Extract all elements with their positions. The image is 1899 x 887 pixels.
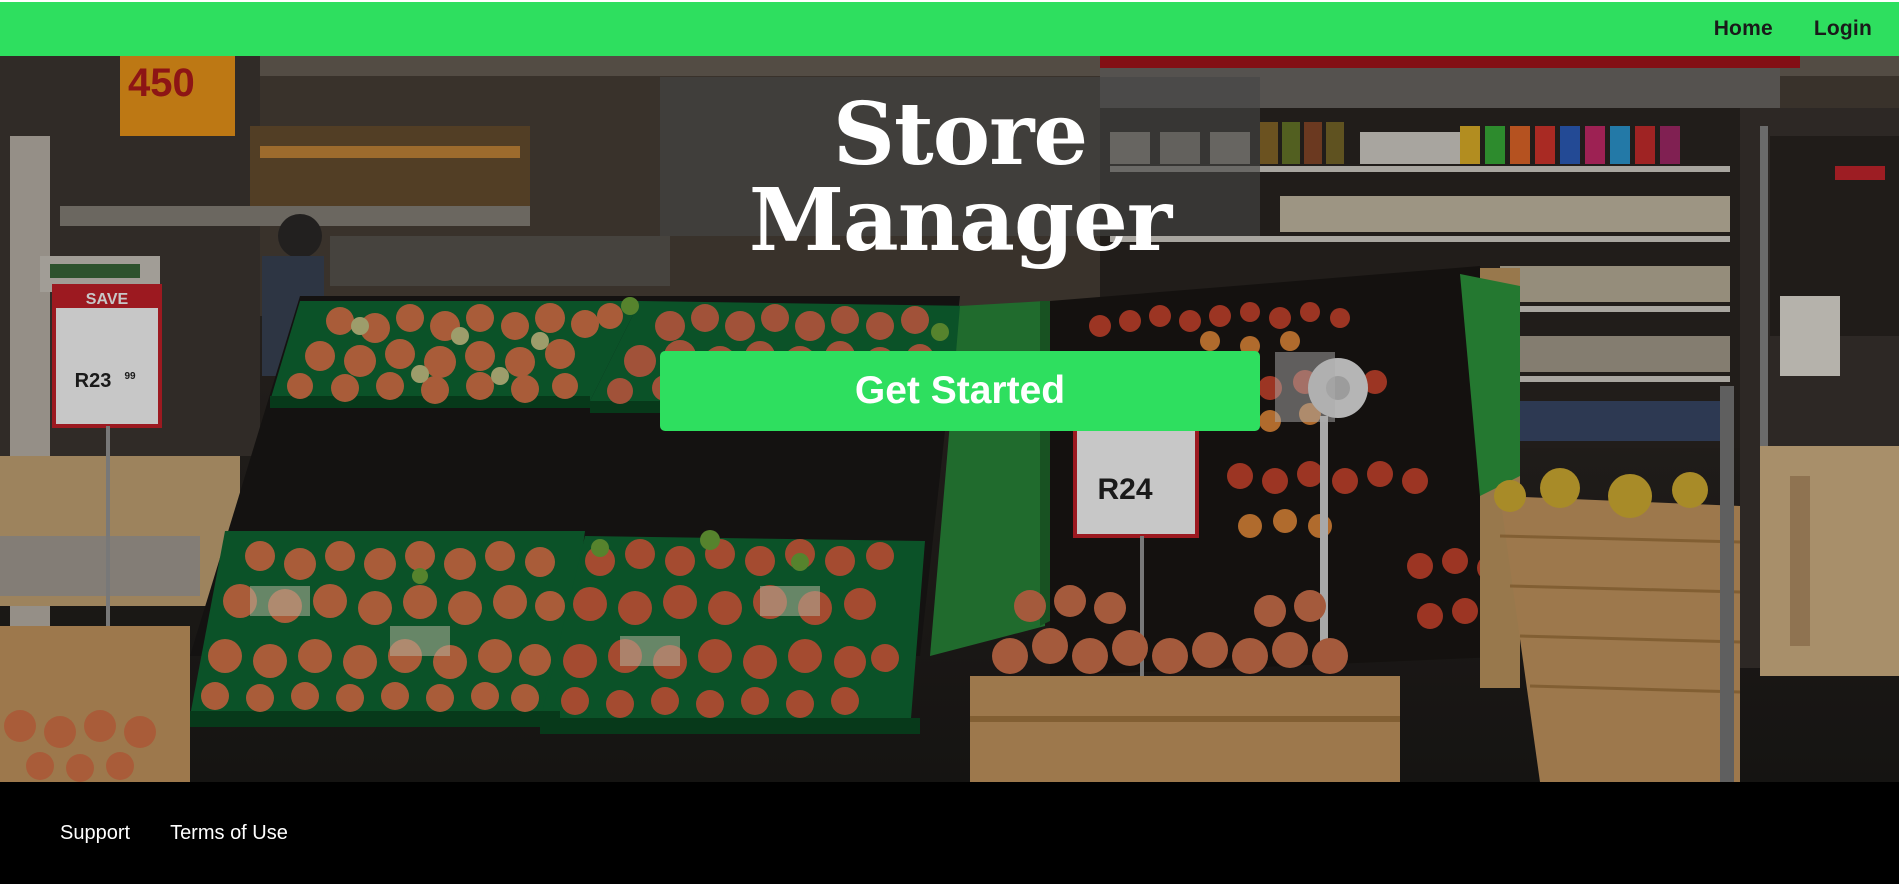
footer: Support Terms of Use — [0, 782, 1899, 884]
nav-login-link[interactable]: Login — [1814, 17, 1872, 41]
nav-home-link[interactable]: Home — [1714, 17, 1773, 41]
top-navbar: Home Login — [0, 2, 1899, 56]
get-started-button[interactable]: Get Started — [660, 351, 1260, 431]
footer-terms-link[interactable]: Terms of Use — [170, 822, 288, 845]
page-title: Store Manager — [748, 84, 1172, 271]
footer-support-link[interactable]: Support — [60, 822, 130, 845]
